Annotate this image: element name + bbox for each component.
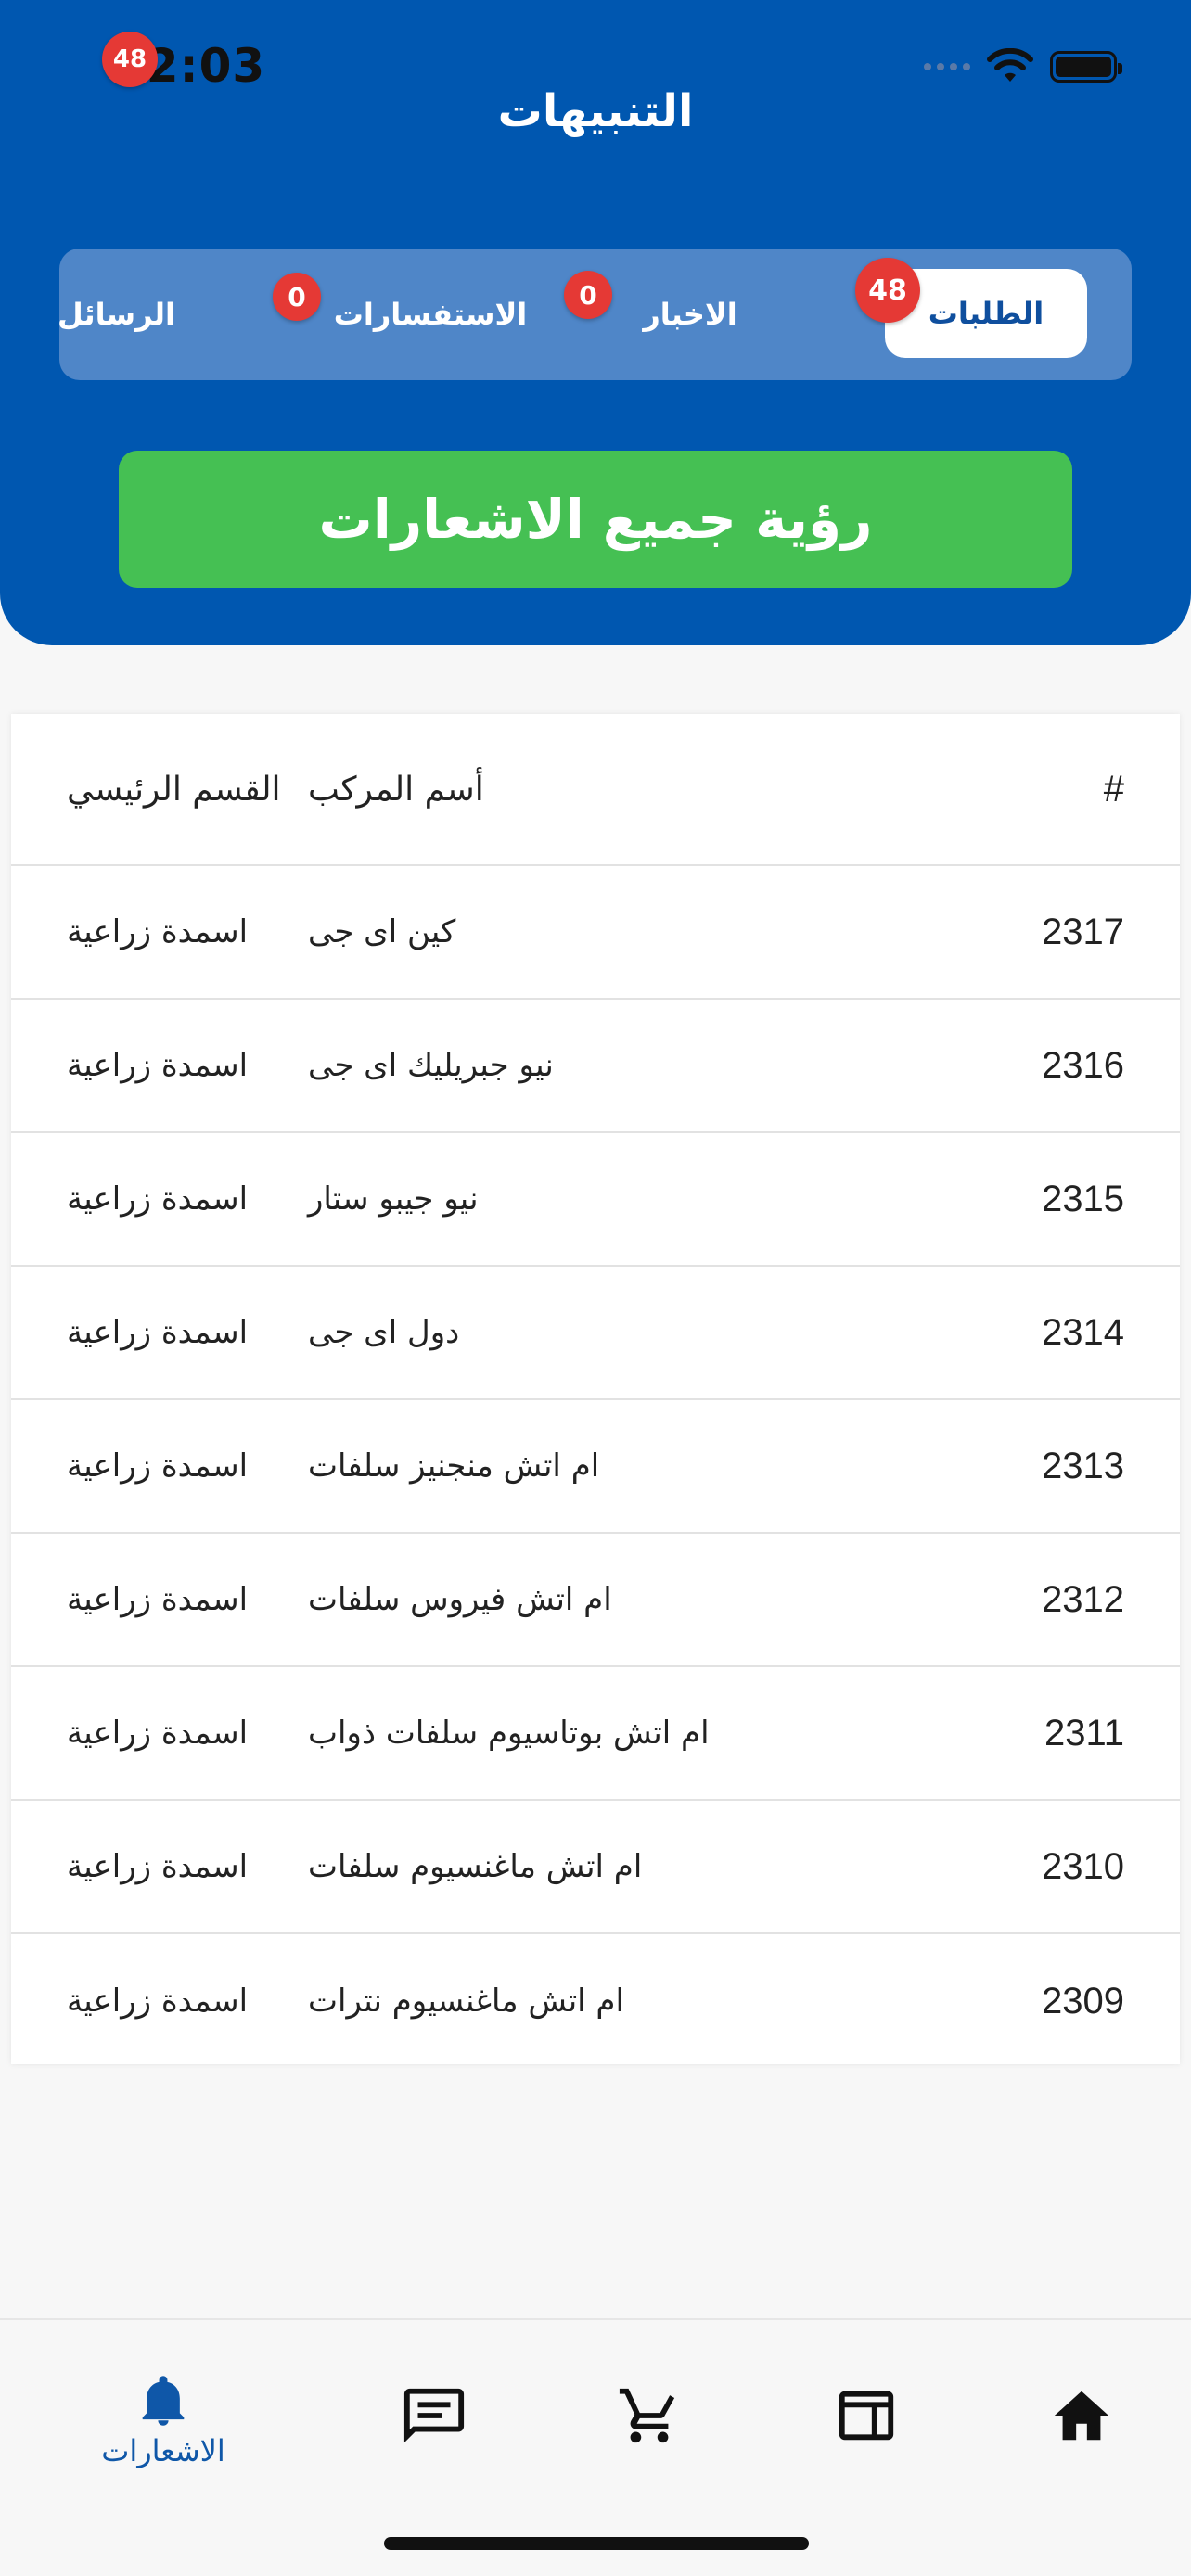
wifi-icon: [987, 48, 1033, 82]
nav-notifications-label: الاشعارات: [101, 2433, 225, 2468]
tab-messages[interactable]: الرسائل: [58, 249, 184, 380]
table-row[interactable]: 2315 نيو جيبو ستار اسمدة زراعية: [11, 1133, 1180, 1267]
table-row[interactable]: 2314 دول اى جى اسمدة زراعية: [11, 1267, 1180, 1400]
bell-icon: [142, 2376, 185, 2426]
row-id: 2311: [1044, 1712, 1124, 1753]
nav-news[interactable]: [811, 2357, 922, 2468]
cellular-signal-icon: [924, 63, 970, 70]
row-compound-name: كين اى جى: [308, 913, 456, 950]
header-main-category: القسم الرئيسي: [67, 770, 281, 809]
row-id: 2313: [1042, 1445, 1124, 1486]
header-id: #: [1103, 768, 1124, 810]
tab-news-badge: 0: [564, 271, 612, 319]
tab-orders-label: الطلبات: [928, 296, 1044, 331]
nav-messages[interactable]: [378, 2357, 490, 2468]
row-category: اسمدة زراعية: [67, 1715, 249, 1752]
row-category: اسمدة زراعية: [67, 1581, 249, 1618]
nav-notifications-badge: 48: [102, 32, 158, 87]
tab-bar: الطلبات 48 الاخبار 0 الاستفسارات 0 الرسا…: [58, 249, 1132, 380]
tab-orders-badge: 48: [855, 258, 920, 323]
tab-messages-label: الرسائل: [58, 297, 175, 332]
row-compound-name: ام اتش ماغنسيوم نترات: [308, 1983, 624, 2020]
row-compound-name: ام اتش بوتاسيوم سلفات ذواب: [308, 1715, 710, 1752]
cart-icon: [619, 2388, 675, 2443]
page-title: التنبيهات: [497, 85, 694, 137]
row-id: 2312: [1042, 1578, 1124, 1620]
row-category: اسمدة زراعية: [67, 1447, 249, 1485]
row-category: اسمدة زراعية: [67, 1314, 249, 1351]
tab-inquiries-label: الاستفسارات: [333, 297, 528, 332]
status-indicators: [924, 48, 1122, 85]
nav-cart[interactable]: [594, 2357, 705, 2468]
row-id: 2309: [1042, 1980, 1124, 2021]
table-row[interactable]: 2309 ام اتش ماغنسيوم نترات اسمدة زراعية: [11, 1934, 1180, 2068]
table-row[interactable]: 2313 ام اتش منجنيز سلفات اسمدة زراعية: [11, 1400, 1180, 1534]
table-header: # أسم المركب القسم الرئيسي: [11, 714, 1180, 866]
row-id: 2316: [1042, 1044, 1124, 1086]
row-compound-name: نيو جيبو ستار: [308, 1180, 479, 1218]
row-compound-name: ام اتش ماغنسيوم سلفات: [308, 1848, 643, 1885]
table-row[interactable]: 2316 نيو جبريليك اى جى اسمدة زراعية: [11, 1000, 1180, 1133]
row-compound-name: نيو جبريليك اى جى: [308, 1047, 554, 1084]
notifications-screen: 12:03 التنبيهات الطلبات 48 الاخبار 0 الا…: [0, 0, 1191, 2576]
row-id: 2315: [1042, 1178, 1124, 1219]
header: 12:03 التنبيهات الطلبات 48 الاخبار 0 الا…: [0, 0, 1191, 645]
newspaper-icon: [839, 2391, 894, 2441]
header-compound-name: أسم المركب: [308, 770, 484, 809]
nav-home[interactable]: [1026, 2357, 1137, 2468]
row-compound-name: ام اتش منجنيز سلفات: [308, 1447, 600, 1485]
tab-inquiries-badge: 0: [273, 273, 321, 321]
battery-icon: [1050, 51, 1122, 83]
row-category: اسمدة زراعية: [67, 1983, 249, 2020]
row-id: 2317: [1042, 911, 1124, 952]
home-icon: [1054, 2391, 1109, 2441]
view-all-notifications-button[interactable]: رؤية جميع الاشعارات: [119, 451, 1072, 588]
row-compound-name: ام اتش فيروس سلفات: [308, 1581, 612, 1618]
tab-inquiries[interactable]: الاستفسارات: [291, 249, 570, 380]
table-row[interactable]: 2310 ام اتش ماغنسيوم سلفات اسمدة زراعية: [11, 1801, 1180, 1934]
row-id: 2310: [1042, 1845, 1124, 1887]
message-icon: [403, 2388, 465, 2443]
row-category: اسمدة زراعية: [67, 913, 249, 950]
tab-news[interactable]: الاخبار: [579, 249, 801, 380]
row-category: اسمدة زراعية: [67, 1848, 249, 1885]
notifications-table: # أسم المركب القسم الرئيسي 2317 كين اى ج…: [11, 714, 1180, 2064]
nav-notifications[interactable]: الاشعارات: [101, 2357, 225, 2468]
home-indicator[interactable]: [384, 2537, 809, 2550]
row-compound-name: دول اى جى: [308, 1314, 460, 1351]
table-row[interactable]: 2317 كين اى جى اسمدة زراعية: [11, 866, 1180, 1000]
table-row[interactable]: 2311 ام اتش بوتاسيوم سلفات ذواب اسمدة زر…: [11, 1667, 1180, 1801]
tab-news-label: الاخبار: [643, 297, 737, 332]
row-category: اسمدة زراعية: [67, 1047, 249, 1084]
row-category: اسمدة زراعية: [67, 1180, 249, 1218]
row-id: 2314: [1042, 1311, 1124, 1353]
table-row[interactable]: 2312 ام اتش فيروس سلفات اسمدة زراعية: [11, 1534, 1180, 1667]
